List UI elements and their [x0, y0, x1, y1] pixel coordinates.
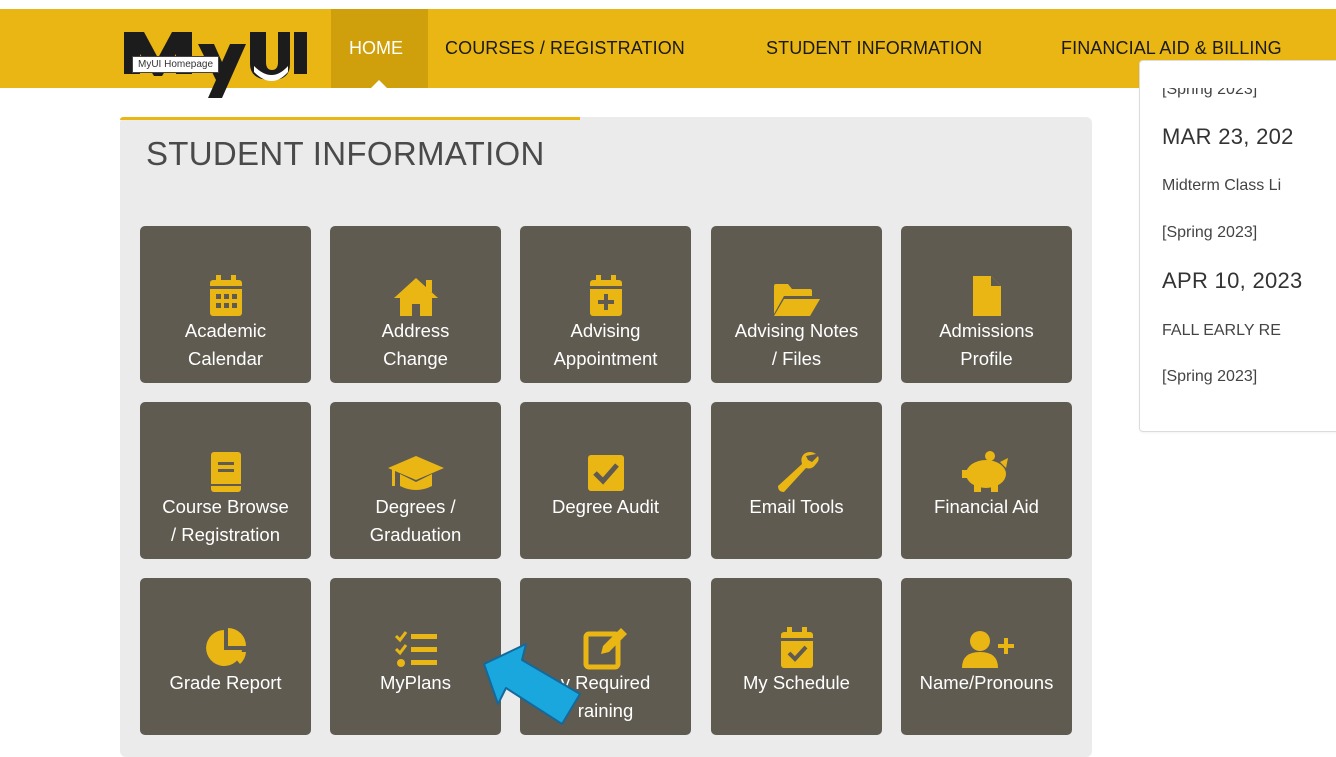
event-date: MAR 23, 202 — [1162, 124, 1294, 149]
pointer-arrow-icon — [483, 643, 581, 725]
tile-label: Calendar — [187, 348, 264, 369]
tile-label: Change — [383, 348, 448, 369]
tile-label: Appointment — [553, 348, 658, 369]
tile-label: Admissions — [939, 320, 1034, 341]
nav-financial-aid-billing[interactable]: FINANCIAL AID & BILLING — [1061, 38, 1282, 59]
wrench-icon — [711, 402, 882, 502]
tile-my-schedule[interactable]: My Schedule — [711, 578, 882, 735]
tile-label: Address — [381, 320, 450, 341]
tile-label: Email Tools — [749, 496, 844, 517]
event-term: [Spring 2023] — [1162, 224, 1258, 241]
panel-accent-bar — [120, 117, 580, 120]
tile-advising-notes-files[interactable]: Advising Notes / Files — [711, 226, 882, 383]
tile-label: / Registration — [171, 524, 280, 545]
active-caret-icon — [371, 80, 387, 88]
tile-label: Profile — [960, 348, 1013, 369]
event-term: [Spring 2023] — [1162, 88, 1258, 98]
graduation-cap-icon — [330, 402, 501, 502]
tile-admissions-profile[interactable]: Admissions Profile — [901, 226, 1072, 383]
book-icon — [140, 402, 311, 502]
folder-open-icon — [711, 226, 882, 326]
tile-label: Degree Audit — [552, 496, 659, 517]
home-icon — [330, 226, 501, 326]
tile-label: Degrees / — [375, 496, 456, 517]
tile-degrees-graduation[interactable]: Degrees / Graduation — [330, 402, 501, 559]
tile-name-pronouns[interactable]: Name/Pronouns — [901, 578, 1072, 735]
event-title[interactable]: Midterm Class Li — [1162, 177, 1281, 195]
tile-financial-aid[interactable]: Financial Aid — [901, 402, 1072, 559]
tile-label: My Schedule — [743, 672, 850, 693]
event-date: APR 10, 2023 — [1162, 268, 1303, 293]
tile-academic-calendar[interactable]: Academic Calendar — [140, 226, 311, 383]
pie-chart-icon — [140, 578, 311, 678]
tile-label: Graduation — [369, 524, 462, 545]
nav-student-information[interactable]: STUDENT INFORMATION — [766, 38, 982, 59]
tile-address-change[interactable]: Address Change — [330, 226, 501, 383]
tile-label: Grade Report — [169, 672, 282, 693]
nav-home[interactable]: HOME — [331, 9, 428, 88]
tile-grade-report[interactable]: Grade Report — [140, 578, 311, 735]
logo-tooltip: MyUI Homepage — [132, 56, 220, 73]
tile-label: Advising — [570, 320, 641, 341]
tile-label: Advising Notes — [734, 320, 859, 341]
nav-courses-registration[interactable]: COURSES / REGISTRATION — [445, 38, 685, 59]
top-navigation: MyUI Homepage HOME COURSES / REGISTRATIO… — [0, 0, 1336, 98]
tile-label: Name/Pronouns — [919, 672, 1054, 693]
piggy-bank-icon — [901, 402, 1072, 502]
calendar-check-icon — [711, 578, 882, 678]
tile-degree-audit[interactable]: Degree Audit — [520, 402, 691, 559]
user-plus-icon — [901, 578, 1072, 678]
event-term: [Spring 2023] — [1162, 368, 1258, 385]
checkbox-icon — [520, 402, 691, 502]
tile-label: / Files — [771, 348, 822, 369]
calendar-plus-icon — [520, 226, 691, 326]
tile-label: Academic — [184, 320, 267, 341]
tile-email-tools[interactable]: Email Tools — [711, 402, 882, 559]
tile-label: Financial Aid — [934, 496, 1039, 517]
calendar-grid-icon — [140, 226, 311, 326]
nav-home-label: HOME — [349, 38, 403, 58]
tile-advising-appointment[interactable]: Advising Appointment — [520, 226, 691, 383]
tile-label: Course Browse — [162, 496, 289, 517]
page-title: STUDENT INFORMATION — [146, 135, 545, 172]
tile-course-browse-registration[interactable]: Course Browse / Registration — [140, 402, 311, 559]
event-title[interactable]: FALL EARLY RE — [1162, 322, 1281, 340]
file-icon — [901, 226, 1072, 326]
